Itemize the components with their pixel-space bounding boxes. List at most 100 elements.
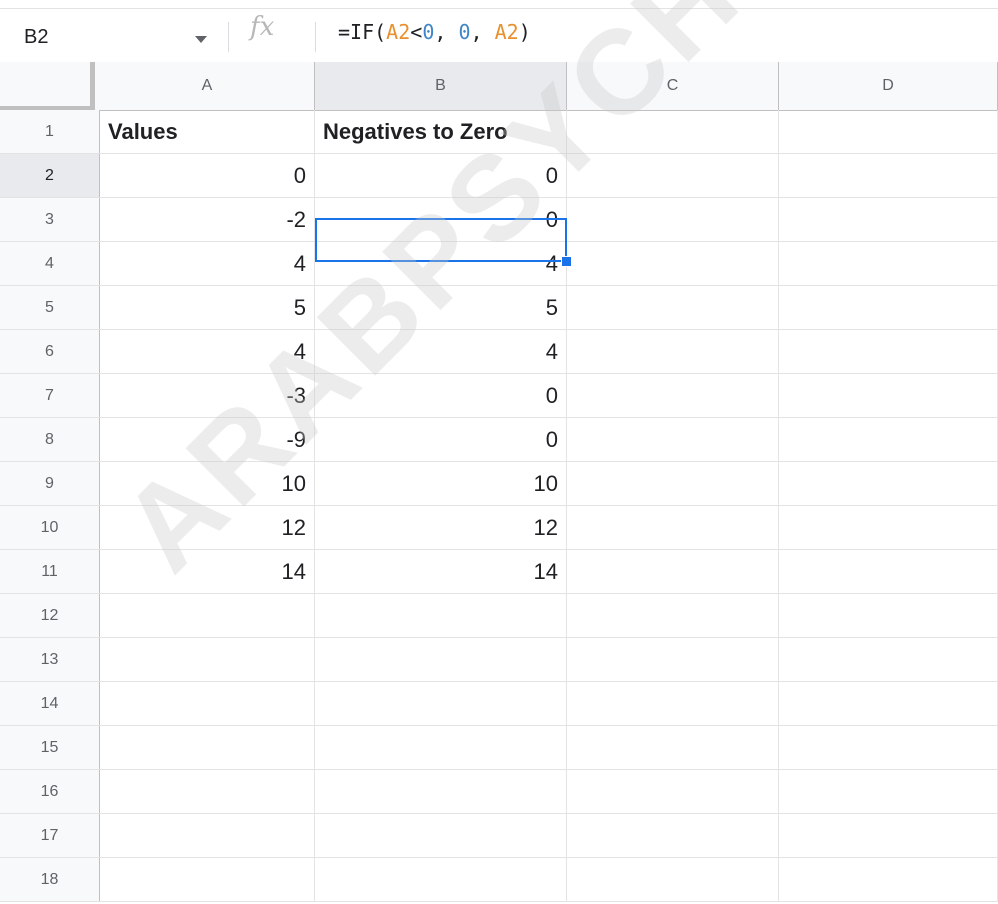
name-box[interactable]: B2: [0, 14, 228, 60]
row-header[interactable]: 18: [0, 858, 100, 901]
cell-b1[interactable]: Negatives to Zero: [315, 110, 567, 153]
cell-b5[interactable]: 5: [315, 286, 567, 329]
row-header[interactable]: 4: [0, 242, 100, 285]
row-header[interactable]: 11: [0, 550, 100, 593]
row-header[interactable]: 14: [0, 682, 100, 725]
cell-c15[interactable]: [567, 726, 779, 769]
cell-a1[interactable]: Values: [100, 110, 315, 153]
cell-c8[interactable]: [567, 418, 779, 461]
cell-a13[interactable]: [100, 638, 315, 681]
cell-c5[interactable]: [567, 286, 779, 329]
cell-d8[interactable]: [779, 418, 998, 461]
cell-c17[interactable]: [567, 814, 779, 857]
chevron-down-icon[interactable]: [195, 36, 207, 43]
cell-a10[interactable]: 12: [100, 506, 315, 549]
cell-b7[interactable]: 0: [315, 374, 567, 417]
cell-d12[interactable]: [779, 594, 998, 637]
cell-d7[interactable]: [779, 374, 998, 417]
column-header-b[interactable]: B: [315, 62, 567, 110]
cell-c10[interactable]: [567, 506, 779, 549]
cell-a17[interactable]: [100, 814, 315, 857]
cell-b12[interactable]: [315, 594, 567, 637]
formula-token: <: [410, 20, 423, 44]
cell-d9[interactable]: [779, 462, 998, 505]
cell-d6[interactable]: [779, 330, 998, 373]
cell-b9[interactable]: 10: [315, 462, 567, 505]
cell-a4[interactable]: 4: [100, 242, 315, 285]
cell-c14[interactable]: [567, 682, 779, 725]
row-header[interactable]: 5: [0, 286, 100, 329]
cell-b4[interactable]: 4: [315, 242, 567, 285]
cell-a16[interactable]: [100, 770, 315, 813]
cell-b13[interactable]: [315, 638, 567, 681]
row-header[interactable]: 9: [0, 462, 100, 505]
cell-d10[interactable]: [779, 506, 998, 549]
cell-d15[interactable]: [779, 726, 998, 769]
cell-d4[interactable]: [779, 242, 998, 285]
cell-d17[interactable]: [779, 814, 998, 857]
row-header[interactable]: 10: [0, 506, 100, 549]
cell-b15[interactable]: [315, 726, 567, 769]
cell-d3[interactable]: [779, 198, 998, 241]
cell-a18[interactable]: [100, 858, 315, 901]
cell-b6[interactable]: 4: [315, 330, 567, 373]
cell-c16[interactable]: [567, 770, 779, 813]
row-header[interactable]: 12: [0, 594, 100, 637]
column-header-a[interactable]: A: [100, 62, 315, 110]
cell-d18[interactable]: [779, 858, 998, 901]
cell-b11[interactable]: 14: [315, 550, 567, 593]
cell-a2[interactable]: 0: [100, 154, 315, 197]
cell-c3[interactable]: [567, 198, 779, 241]
cell-a8[interactable]: -9: [100, 418, 315, 461]
cell-a7[interactable]: -3: [100, 374, 315, 417]
cell-c13[interactable]: [567, 638, 779, 681]
cell-c12[interactable]: [567, 594, 779, 637]
column-header-c[interactable]: C: [567, 62, 779, 110]
row-header[interactable]: 7: [0, 374, 100, 417]
cell-d13[interactable]: [779, 638, 998, 681]
cell-c6[interactable]: [567, 330, 779, 373]
row-header[interactable]: 15: [0, 726, 100, 769]
cell-a9[interactable]: 10: [100, 462, 315, 505]
cell-b2[interactable]: 0: [315, 154, 567, 197]
row-header[interactable]: 6: [0, 330, 100, 373]
cell-c18[interactable]: [567, 858, 779, 901]
row-header[interactable]: 2: [0, 154, 100, 197]
cell-b10[interactable]: 12: [315, 506, 567, 549]
cell-b8[interactable]: 0: [315, 418, 567, 461]
column-header-d[interactable]: D: [779, 62, 998, 110]
cell-c11[interactable]: [567, 550, 779, 593]
cell-c2[interactable]: [567, 154, 779, 197]
cell-a3[interactable]: -2: [100, 198, 315, 241]
cell-a14[interactable]: [100, 682, 315, 725]
cell-b17[interactable]: [315, 814, 567, 857]
cell-d16[interactable]: [779, 770, 998, 813]
row-header[interactable]: 13: [0, 638, 100, 681]
cell-c4[interactable]: [567, 242, 779, 285]
select-all-corner[interactable]: [0, 62, 95, 110]
cell-c9[interactable]: [567, 462, 779, 505]
cell-b3[interactable]: 0: [315, 198, 567, 241]
cell-a6[interactable]: 4: [100, 330, 315, 373]
row-header[interactable]: 16: [0, 770, 100, 813]
cell-d1[interactable]: [779, 110, 998, 153]
cell-d2[interactable]: [779, 154, 998, 197]
cell-a5[interactable]: 5: [100, 286, 315, 329]
row-header[interactable]: 3: [0, 198, 100, 241]
cell-c1[interactable]: [567, 110, 779, 153]
cell-a11[interactable]: 14: [100, 550, 315, 593]
cell-a12[interactable]: [100, 594, 315, 637]
cell-d11[interactable]: [779, 550, 998, 593]
row-header[interactable]: 1: [0, 110, 100, 153]
formula-input[interactable]: =IF(A2<0, 0, A2): [338, 20, 531, 44]
cell-a15[interactable]: [100, 726, 315, 769]
row-header[interactable]: 17: [0, 814, 100, 857]
fill-handle[interactable]: [561, 256, 572, 267]
cell-b14[interactable]: [315, 682, 567, 725]
cell-c7[interactable]: [567, 374, 779, 417]
cell-b16[interactable]: [315, 770, 567, 813]
cell-d5[interactable]: [779, 286, 998, 329]
cell-b18[interactable]: [315, 858, 567, 901]
row-header[interactable]: 8: [0, 418, 100, 461]
cell-d14[interactable]: [779, 682, 998, 725]
